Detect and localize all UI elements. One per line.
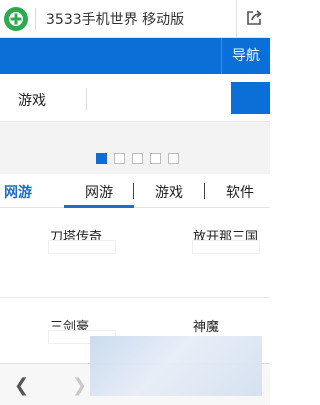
category-tabs: 网游 网游 游戏 软件 xyxy=(0,174,270,208)
nav-button[interactable]: 导航 xyxy=(221,38,270,74)
search-button[interactable] xyxy=(231,82,270,114)
game-thumbnail[interactable] xyxy=(48,240,116,254)
game-thumbnail[interactable] xyxy=(192,240,260,254)
tab-divider xyxy=(133,183,134,199)
game-item-4[interactable]: 神魔 xyxy=(193,316,219,335)
nav-bar: 导航 xyxy=(0,38,270,74)
carousel-indicator xyxy=(96,153,179,164)
tab-software[interactable]: 软件 xyxy=(226,182,254,202)
plus-logo-icon[interactable] xyxy=(4,7,28,31)
share-icon xyxy=(247,10,262,25)
tab-games[interactable]: 游戏 xyxy=(155,182,183,202)
active-tab-indicator xyxy=(64,205,134,208)
carousel-dot-2[interactable] xyxy=(114,153,125,164)
tab-divider xyxy=(204,183,205,199)
carousel-dot-4[interactable] xyxy=(150,153,161,164)
chevron-left-icon[interactable]: ❮ xyxy=(14,377,29,395)
header-divider xyxy=(35,8,36,30)
search-bar: 游戏 xyxy=(0,74,270,122)
search-input[interactable] xyxy=(90,84,230,114)
share-button[interactable] xyxy=(236,0,270,38)
carousel-dot-1[interactable] xyxy=(96,153,107,164)
blurred-overlay xyxy=(90,336,262,396)
tab-online-games[interactable]: 网游 xyxy=(85,182,113,202)
search-category-select[interactable]: 游戏 xyxy=(18,90,46,110)
carousel-dot-5[interactable] xyxy=(168,153,179,164)
section-label: 网游 xyxy=(4,185,32,201)
row-divider xyxy=(0,297,270,298)
search-divider xyxy=(86,88,87,110)
carousel-dot-3[interactable] xyxy=(132,153,143,164)
carousel-banner[interactable] xyxy=(0,122,270,174)
chevron-right-icon[interactable]: ❯ xyxy=(72,377,87,395)
top-bar: 3533手机世界 移动版 xyxy=(0,0,270,38)
site-title: 3533手机世界 移动版 xyxy=(46,12,185,28)
